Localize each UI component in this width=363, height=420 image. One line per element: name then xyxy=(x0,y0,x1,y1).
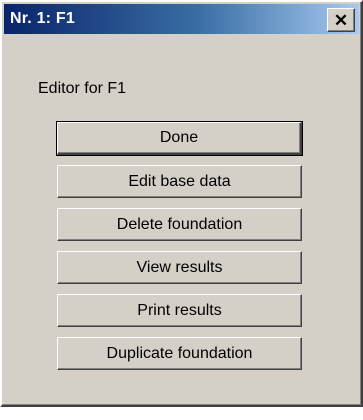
window-title: Nr. 1: F1 xyxy=(10,10,75,27)
done-button[interactable]: Done xyxy=(56,121,303,156)
title-bar[interactable]: Nr. 1: F1 ✕ xyxy=(4,4,359,34)
delete-foundation-button[interactable]: Delete foundation xyxy=(57,208,302,241)
editor-heading: Editor for F1 xyxy=(38,80,127,97)
view-results-button[interactable]: View results xyxy=(57,251,302,284)
close-button[interactable]: ✕ xyxy=(327,8,355,32)
edit-base-data-button[interactable]: Edit base data xyxy=(57,165,302,198)
duplicate-foundation-button[interactable]: Duplicate foundation xyxy=(57,337,302,370)
print-results-button[interactable]: Print results xyxy=(57,294,302,327)
close-icon: ✕ xyxy=(333,10,349,30)
editor-dialog: Nr. 1: F1 ✕ Editor for F1 Done Edit base… xyxy=(0,0,363,407)
